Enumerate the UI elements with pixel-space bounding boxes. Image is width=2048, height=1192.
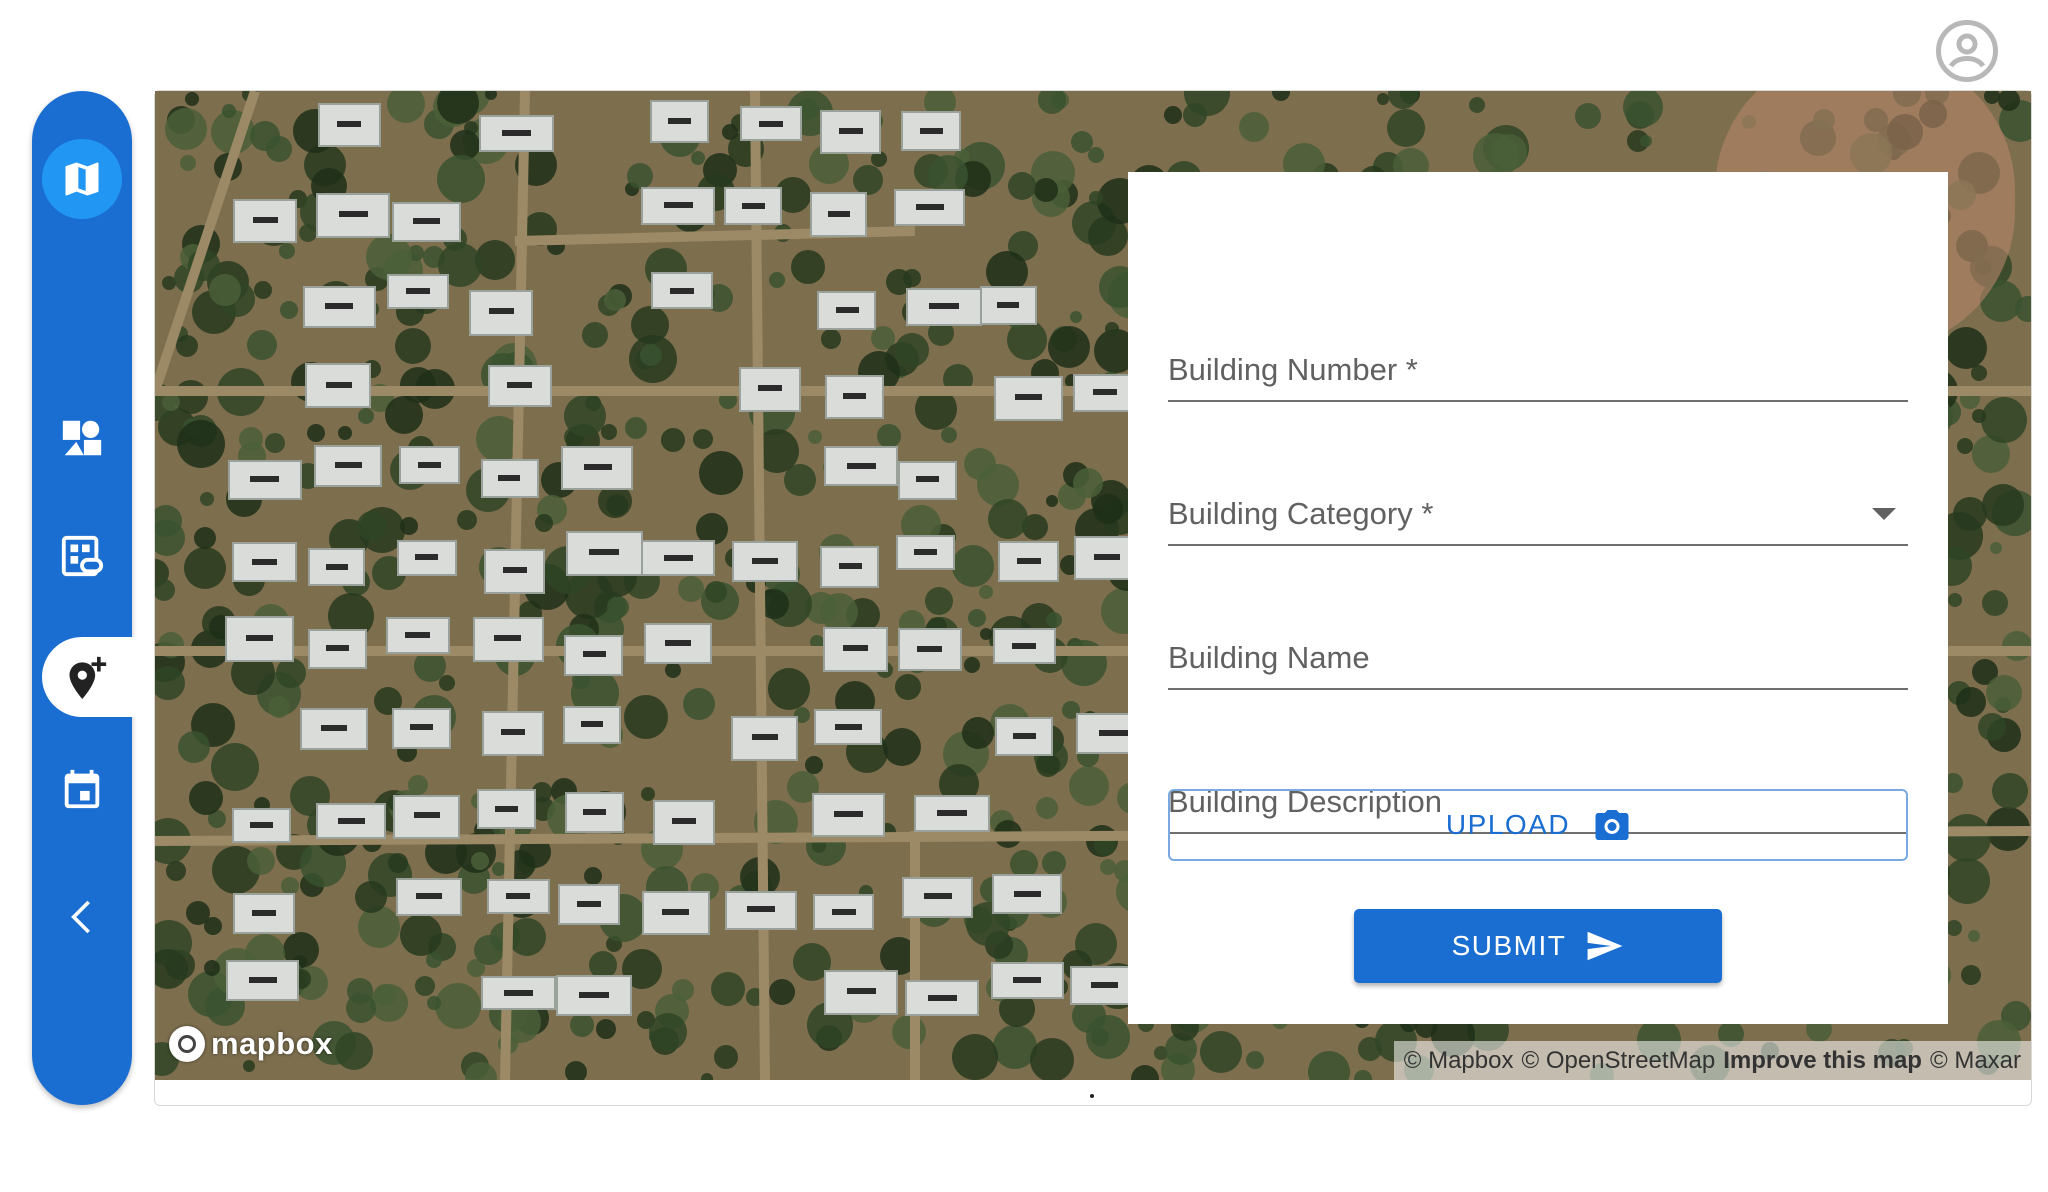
account-button[interactable]	[1936, 20, 1998, 82]
mapbox-logo-text: mapbox	[211, 1026, 333, 1061]
divider-dot	[1090, 1094, 1094, 1098]
sidebar-item-add-location[interactable]	[42, 637, 144, 717]
submit-button[interactable]: SUBMIT	[1354, 909, 1722, 983]
attribution-osm-link[interactable]: © OpenStreetMap	[1521, 1047, 1715, 1075]
building-number-field[interactable]: Building Number *	[1168, 320, 1908, 402]
sidebar-item-map[interactable]	[42, 139, 122, 219]
shapes-icon	[62, 420, 102, 456]
sidebar	[32, 91, 144, 1105]
sidebar-item-shapes[interactable]	[57, 413, 107, 463]
mapbox-logo[interactable]: mapbox	[169, 1026, 333, 1062]
send-icon	[1587, 931, 1623, 961]
upload-label: UPLOAD	[1445, 809, 1571, 840]
sidebar-collapse-button[interactable]	[57, 892, 107, 942]
dropdown-arrow-icon	[1872, 508, 1896, 520]
mapbox-logo-icon	[169, 1026, 205, 1062]
map-icon	[65, 162, 99, 196]
account-circle-icon	[1948, 33, 1986, 68]
chevron-left-icon	[71, 900, 90, 934]
building-name-field[interactable]: Building Name	[1168, 608, 1908, 690]
add-location-icon	[69, 656, 107, 699]
building-category-select[interactable]: Building Category *	[1168, 464, 1908, 546]
sidebar-item-calendar[interactable]	[57, 764, 107, 814]
map-attribution: © Mapbox © OpenStreetMap Improve this ma…	[1393, 1041, 2031, 1080]
camera-icon	[1595, 810, 1629, 840]
attribution-maxar-link[interactable]: © Maxar	[1930, 1047, 2021, 1075]
building-form-panel: Building Number * Building Category * Bu…	[1128, 172, 1948, 1024]
building-name-label: Building Name	[1168, 640, 1370, 675]
upload-button[interactable]: UPLOAD	[1168, 789, 1908, 861]
building-number-label: Building Number *	[1168, 352, 1418, 387]
attribution-mapbox-link[interactable]: © Mapbox	[1404, 1047, 1514, 1075]
submit-label: SUBMIT	[1451, 930, 1567, 961]
linked-building-icon	[61, 535, 104, 577]
improve-map-link[interactable]: Improve this map	[1723, 1047, 1922, 1075]
sidebar-item-linked[interactable]	[57, 531, 107, 581]
building-category-label: Building Category *	[1168, 496, 1434, 531]
calendar-icon	[64, 769, 100, 809]
